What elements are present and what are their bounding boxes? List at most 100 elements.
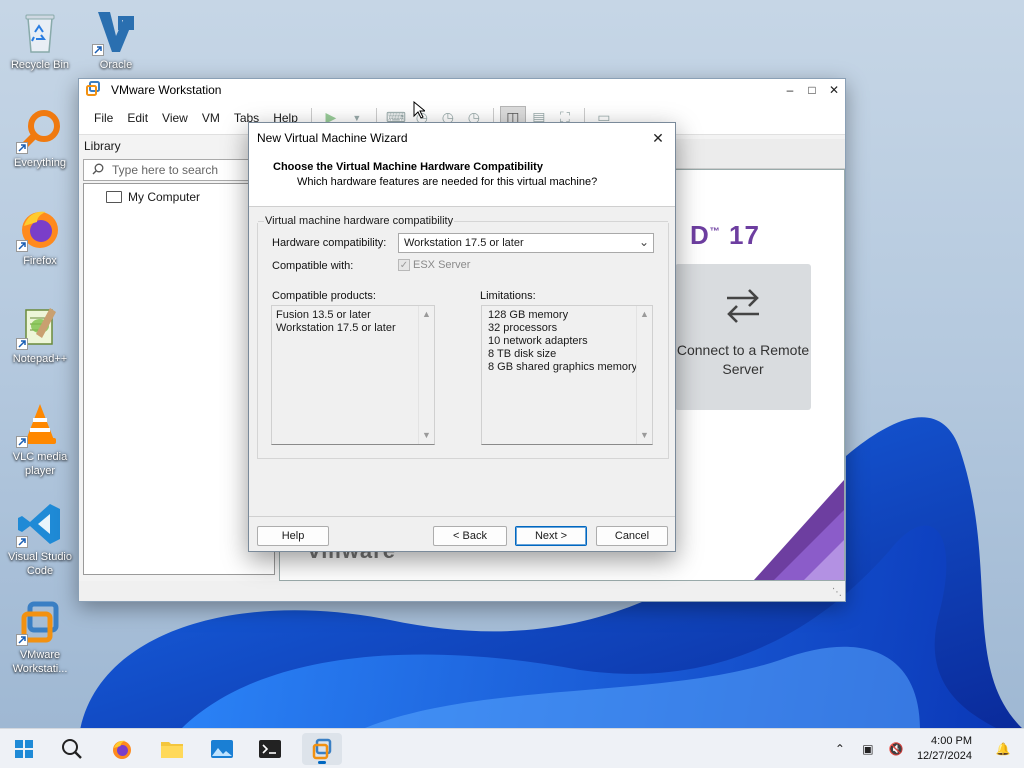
dialog-titlebar[interactable]: New Virtual Machine Wizard ✕ xyxy=(249,123,675,153)
start-button[interactable] xyxy=(4,733,44,765)
magnifier-icon xyxy=(16,106,64,154)
compatible-products-label: Compatible products: xyxy=(272,290,376,302)
version-badge: D™ 17 xyxy=(690,220,760,250)
window-title: VMware Workstation xyxy=(111,83,222,97)
volume-button[interactable]: 🔇 xyxy=(885,738,907,760)
desktop-icon-label: Oracle xyxy=(99,59,133,71)
next-button[interactable]: Next > xyxy=(515,526,587,546)
vmware-icon xyxy=(16,598,64,646)
desktop-icon-recycle-bin[interactable]: Recycle Bin xyxy=(2,8,78,72)
desktop-icon-oracle[interactable]: Oracle xyxy=(78,8,154,72)
list-item: 32 processors xyxy=(488,322,558,334)
vlc-icon xyxy=(16,400,64,448)
dialog-title: New Virtual Machine Wizard xyxy=(257,131,408,145)
system-tray: ⌃ ▣ 🔇 4:00 PM 12/27/2024 🔔 xyxy=(823,729,1014,768)
back-button[interactable]: < Back xyxy=(433,526,507,546)
shortcut-arrow-icon xyxy=(16,338,28,350)
library-panel: Library Type here to search My Computer xyxy=(83,139,275,579)
wizard-heading: Choose the Virtual Machine Hardware Comp… xyxy=(273,161,543,173)
list-item: 8 GB shared graphics memory xyxy=(488,361,638,373)
chevron-down-icon: ▼ xyxy=(352,112,362,123)
list-item: 128 GB memory xyxy=(488,309,569,321)
desktop-icon-everything[interactable]: Everything xyxy=(2,106,78,170)
desktop-icon-vmware[interactable]: VMware Workstati... xyxy=(2,598,78,676)
brand-d-glyph: D xyxy=(690,220,710,250)
compatible-products-list[interactable]: Fusion 13.5 or later Workstation 17.5 or… xyxy=(271,305,435,445)
hw-compat-label: Hardware compatibility: xyxy=(272,237,387,249)
esx-server-checkbox[interactable]: ✓ ESX Server xyxy=(398,259,470,271)
search-icon xyxy=(92,163,104,178)
desktop-icon-label: VLC media player xyxy=(12,451,68,477)
notifications-button[interactable]: 🔔 xyxy=(992,738,1014,760)
clock-date: 12/27/2024 xyxy=(916,750,972,762)
scroll-up-icon[interactable]: ▲ xyxy=(422,308,431,321)
desktop-icon-label: Visual Studio Code xyxy=(7,551,72,577)
vmware-app-icon xyxy=(85,80,101,100)
desktop-icon-firefox[interactable]: Firefox xyxy=(2,204,78,268)
taskbar-search-button[interactable] xyxy=(52,733,92,765)
menu-view[interactable]: View xyxy=(155,111,195,125)
products-scrollbar[interactable]: ▲ ▼ xyxy=(418,306,434,444)
desktop-icon-vscode[interactable]: Visual Studio Code xyxy=(2,500,78,578)
menu-file[interactable]: File xyxy=(87,111,120,125)
limitations-scrollbar[interactable]: ▲ ▼ xyxy=(636,306,652,444)
dialog-close-button[interactable]: ✕ xyxy=(649,129,667,147)
compatible-with-label: Compatible with: xyxy=(272,260,354,272)
desktop-icon-label: Firefox xyxy=(23,255,57,267)
cancel-button[interactable]: Cancel xyxy=(596,526,668,546)
taskbar-vmware[interactable] xyxy=(302,733,342,765)
list-item: 10 network adapters xyxy=(488,335,588,347)
shortcut-arrow-icon xyxy=(16,142,28,154)
taskbar: ⌃ ▣ 🔇 4:00 PM 12/27/2024 🔔 xyxy=(0,728,1024,768)
close-window-button[interactable]: ✕ xyxy=(823,79,845,101)
vmware-icon xyxy=(312,738,332,760)
taskbar-file-explorer[interactable] xyxy=(152,733,192,765)
connect-remote-server-card[interactable]: Connect to a Remote Server xyxy=(675,264,811,410)
limitations-list[interactable]: 128 GB memory 32 processors 10 network a… xyxy=(481,305,653,445)
taskbar-photos[interactable] xyxy=(202,733,242,765)
show-hidden-icons-button[interactable]: ⌃ xyxy=(829,738,851,760)
chevron-up-icon: ⌃ xyxy=(834,742,845,756)
hardware-compatibility-dropdown[interactable]: Workstation 17.5 or later ⌄ xyxy=(398,233,654,253)
desktop-icon-notepadpp[interactable]: Notepad++ xyxy=(2,302,78,366)
help-button[interactable]: Help xyxy=(257,526,329,546)
maximize-button[interactable]: □ xyxy=(801,79,823,101)
hardware-compat-group: Virtual machine hardware compatibility H… xyxy=(257,215,669,459)
window-titlebar[interactable]: VMware Workstation – □ ✕ xyxy=(79,79,845,101)
desktop-icon-label: Notepad++ xyxy=(12,353,68,365)
recycle-bin-icon xyxy=(16,8,64,56)
network-status-button[interactable]: ▣ xyxy=(857,738,879,760)
taskbar-clock[interactable]: 4:00 PM 12/27/2024 xyxy=(917,734,972,764)
scroll-down-icon[interactable]: ▼ xyxy=(640,429,649,442)
library-search-input[interactable]: Type here to search xyxy=(83,159,275,181)
notepadpp-icon xyxy=(16,302,64,350)
close-icon: ✕ xyxy=(828,83,840,97)
library-title: Library xyxy=(84,139,121,153)
resize-grip-icon[interactable]: ⋱ xyxy=(832,587,842,598)
decorative-corner-graphic xyxy=(754,480,844,580)
desktop-icon-vlc[interactable]: VLC media player xyxy=(2,400,78,478)
swap-arrows-icon xyxy=(675,286,811,329)
vscode-icon xyxy=(16,500,64,548)
scroll-up-icon[interactable]: ▲ xyxy=(640,308,649,321)
minimize-button[interactable]: – xyxy=(779,79,801,101)
wizard-header: Choose the Virtual Machine Hardware Comp… xyxy=(249,153,675,207)
network-icon: ▣ xyxy=(862,742,874,756)
desktop-icon-label: VMware Workstati... xyxy=(12,649,68,675)
computer-icon xyxy=(106,191,122,203)
minimize-icon: – xyxy=(786,83,794,97)
limitations-label: Limitations: xyxy=(480,290,536,302)
menu-edit[interactable]: Edit xyxy=(120,111,155,125)
folder-icon xyxy=(161,742,183,758)
status-bar: ⋱ xyxy=(79,581,845,601)
esx-server-label: ESX Server xyxy=(413,259,471,271)
connect-remote-server-label: Connect to a Remote Server xyxy=(676,342,810,377)
menu-vm[interactable]: VM xyxy=(195,111,227,125)
tree-item-label: My Computer xyxy=(128,190,201,204)
taskbar-firefox[interactable] xyxy=(102,733,142,765)
taskbar-terminal[interactable] xyxy=(250,733,290,765)
terminal-icon xyxy=(259,740,281,758)
wizard-subheading: Which hardware features are needed for t… xyxy=(297,176,598,188)
scroll-down-icon[interactable]: ▼ xyxy=(422,429,431,442)
shortcut-arrow-icon xyxy=(16,536,28,548)
